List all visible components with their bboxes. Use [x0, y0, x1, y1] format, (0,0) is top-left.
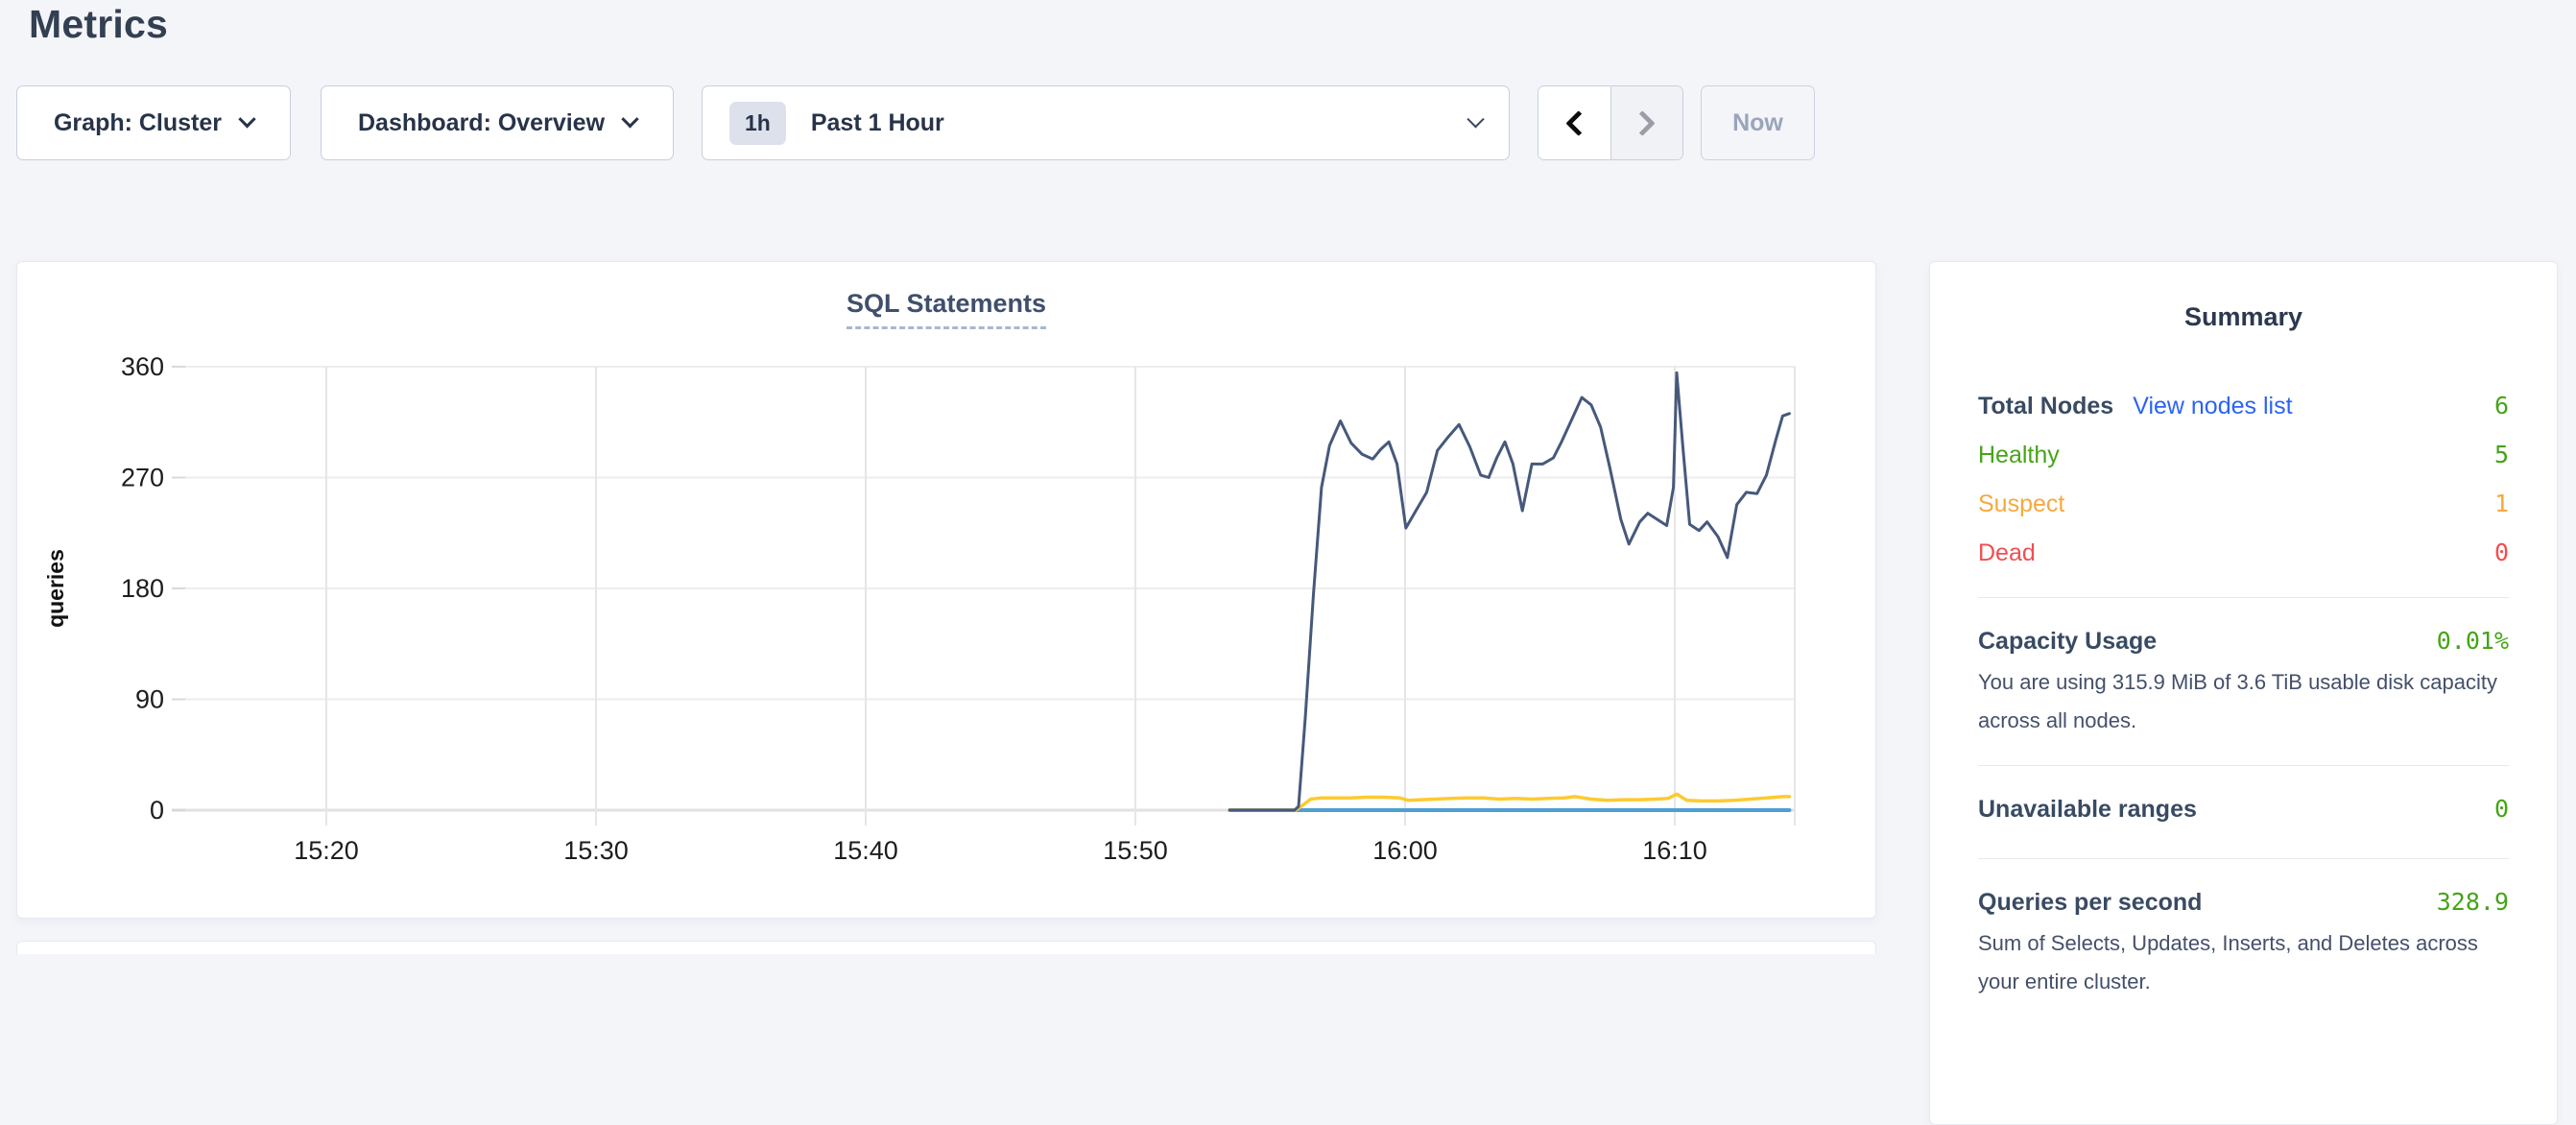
y-tick-label: 0 — [150, 796, 164, 825]
x-tick-label: 15:50 — [1103, 836, 1168, 865]
summary-title: Summary — [1978, 302, 2509, 332]
x-tick-label: 16:10 — [1642, 836, 1707, 865]
capacity-usage-row: Capacity Usage 0.01% — [1978, 627, 2509, 656]
suspect-nodes-row: Suspect 1 — [1978, 490, 2509, 518]
sql-statements-chart-card: SQL Statements 0 90 180 270 360 15:20 15:30 15:… — [16, 261, 1876, 919]
queries-per-second-row: Queries per second 328.9 — [1978, 888, 2509, 917]
healthy-nodes-value: 5 — [2494, 441, 2509, 468]
x-tick-label: 15:40 — [833, 836, 898, 865]
dashboard-selector-dropdown[interactable]: Dashboard: Overview — [321, 85, 674, 160]
unavailable-ranges-value: 0 — [2494, 795, 2509, 823]
healthy-nodes-row: Healthy 5 — [1978, 441, 2509, 469]
y-tick-label: 90 — [135, 685, 164, 714]
healthy-nodes-label: Healthy — [1978, 442, 2060, 469]
node-status-rows: Total Nodes View nodes list 6 Healthy 5 … — [1978, 392, 2509, 567]
capacity-usage-value: 0.01% — [2437, 627, 2509, 655]
now-button[interactable]: Now — [1701, 85, 1815, 160]
dead-nodes-value: 0 — [2494, 539, 2509, 566]
view-nodes-list-link[interactable]: View nodes list — [2133, 393, 2292, 420]
x-tick-label: 15:20 — [294, 836, 359, 865]
y-tick-label: 360 — [121, 352, 164, 381]
queries-per-second-description: Sum of Selects, Updates, Inserts, and De… — [1978, 924, 2509, 1001]
total-nodes-value: 6 — [2494, 392, 2509, 419]
queries-per-second-label: Queries per second — [1978, 889, 2202, 917]
next-chart-card-edge — [16, 941, 1876, 954]
dead-nodes-label: Dead — [1978, 539, 2036, 567]
summary-panel: Summary Total Nodes View nodes list 6 He… — [1929, 261, 2558, 1125]
graph-selector-label: Graph: Cluster — [54, 109, 222, 137]
unavailable-ranges-row: Unavailable ranges 0 — [1978, 795, 2509, 824]
dashboard-selector-label: Dashboard: Overview — [358, 109, 605, 137]
time-window-badge: 1h — [729, 102, 786, 145]
chevron-left-icon — [1565, 110, 1591, 136]
y-axis-label: queries — [43, 549, 68, 628]
divider — [1978, 597, 2509, 598]
metrics-toolbar: Graph: Cluster Dashboard: Overview 1h Pa… — [16, 85, 1815, 160]
chevron-down-icon — [1467, 110, 1484, 128]
chevron-right-icon — [1630, 110, 1656, 136]
total-nodes-label: Total Nodes — [1978, 393, 2113, 420]
page-title: Metrics — [29, 2, 168, 47]
time-window-label: Past 1 Hour — [811, 109, 944, 137]
next-time-window-button[interactable] — [1611, 86, 1683, 159]
previous-time-window-button[interactable] — [1538, 86, 1611, 159]
capacity-usage-label: Capacity Usage — [1978, 628, 2157, 656]
chevron-down-icon — [621, 110, 638, 128]
y-tick-label: 180 — [121, 574, 164, 603]
suspect-nodes-value: 1 — [2494, 490, 2509, 517]
total-nodes-row: Total Nodes View nodes list 6 — [1978, 392, 2509, 420]
suspect-nodes-label: Suspect — [1978, 491, 2064, 518]
dead-nodes-row: Dead 0 — [1978, 539, 2509, 567]
capacity-usage-description: You are using 315.9 MiB of 3.6 TiB usabl… — [1978, 663, 2509, 740]
chevron-down-icon — [238, 110, 255, 128]
chart-title-wrap: SQL Statements — [17, 289, 1875, 329]
y-tick-label: 270 — [121, 464, 164, 492]
chart-title[interactable]: SQL Statements — [847, 289, 1046, 329]
graph-selector-dropdown[interactable]: Graph: Cluster — [16, 85, 291, 160]
time-step-button-group — [1538, 85, 1683, 160]
divider — [1978, 858, 2509, 859]
time-window-selector[interactable]: 1h Past 1 Hour — [702, 85, 1510, 160]
unavailable-ranges-label: Unavailable ranges — [1978, 796, 2197, 824]
series-dark-blue — [1229, 372, 1789, 810]
sql-statements-chart[interactable]: 0 90 180 270 360 15:20 15:30 15:40 15:50 16:00 16:… — [17, 262, 1877, 920]
queries-per-second-value: 328.9 — [2437, 888, 2509, 916]
divider — [1978, 765, 2509, 766]
x-tick-label: 15:30 — [563, 836, 629, 865]
series-yellow — [1229, 794, 1789, 810]
x-tick-label: 16:00 — [1372, 836, 1438, 865]
